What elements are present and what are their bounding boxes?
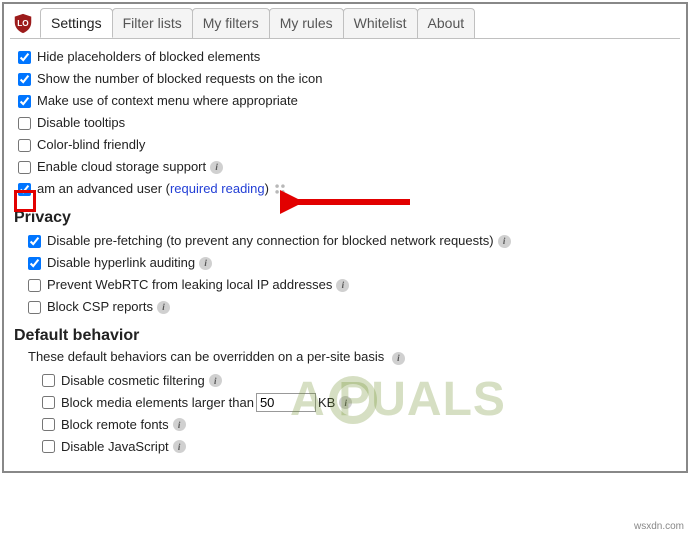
opt-disable-tooltips: Disable tooltips [18,113,676,133]
ublock-shield-icon: LO [12,12,34,34]
checkbox-context-menu[interactable] [18,95,31,108]
checkbox-hyperlink-auditing[interactable] [28,257,41,270]
opt-context-menu: Make use of context menu where appropria… [18,91,676,111]
info-icon[interactable]: i [498,235,511,248]
tab-filter-lists[interactable]: Filter lists [112,8,193,38]
checkbox-csp[interactable] [28,301,41,314]
tab-my-rules[interactable]: My rules [269,8,344,38]
gear-icon[interactable] [273,182,287,196]
opt-color-blind: Color-blind friendly [18,135,676,155]
tab-about[interactable]: About [417,8,476,38]
heading-default-behavior: Default behavior [14,327,676,345]
checkbox-disable-tooltips[interactable] [18,117,31,130]
checkbox-webrtc[interactable] [28,279,41,292]
checkbox-cloud-storage[interactable] [18,161,31,174]
checkbox-disable-js[interactable] [42,440,55,453]
tab-my-filters[interactable]: My filters [192,8,270,38]
label-csp: Block CSP reports [47,297,153,317]
subtext-default-behavior: These default behaviors can be overridde… [28,349,676,365]
info-icon[interactable]: i [209,374,222,387]
label-block-media-pre: Block media elements larger than [61,393,254,413]
info-icon[interactable]: i [392,352,405,365]
label-disable-tooltips: Disable tooltips [37,113,125,133]
info-icon[interactable]: i [173,440,186,453]
label-prefetching: Disable pre-fetching (to prevent any con… [47,231,494,251]
opt-cloud-storage: Enable cloud storage support i [18,157,676,177]
opt-prefetching: Disable pre-fetching (to prevent any con… [28,231,676,251]
opt-advanced-user: am an advanced user ( required reading ) [18,179,676,199]
info-icon[interactable]: i [199,257,212,270]
info-icon[interactable]: i [336,279,349,292]
svg-text:LO: LO [17,19,29,28]
opt-csp: Block CSP reports i [28,297,676,317]
label-context-menu: Make use of context menu where appropria… [37,91,298,111]
heading-privacy: Privacy [14,209,676,227]
opt-webrtc: Prevent WebRTC from leaking local IP add… [28,275,676,295]
label-disable-js: Disable JavaScript [61,437,169,457]
checkbox-prefetching[interactable] [28,235,41,248]
checkbox-advanced-user[interactable] [18,183,31,196]
label-advanced-user-suffix: ) [265,179,269,199]
opt-hyperlink-auditing: Disable hyperlink auditing i [28,253,676,273]
label-advanced-user-prefix: am an advanced user ( [37,179,170,199]
label-show-count: Show the number of blocked requests on t… [37,69,322,89]
info-icon[interactable]: i [157,301,170,314]
checkbox-remote-fonts[interactable] [42,418,55,431]
info-icon[interactable]: i [210,161,223,174]
checkbox-cosmetic-filtering[interactable] [42,374,55,387]
label-hyperlink-auditing: Disable hyperlink auditing [47,253,195,273]
checkbox-block-media[interactable] [42,396,55,409]
label-color-blind: Color-blind friendly [37,135,145,155]
label-cloud-storage: Enable cloud storage support [37,157,206,177]
label-remote-fonts: Block remote fonts [61,415,169,435]
tab-whitelist[interactable]: Whitelist [343,8,418,38]
watermark-ring-icon [327,374,379,426]
checkbox-hide-placeholders[interactable] [18,51,31,64]
opt-disable-js: Disable JavaScript i [42,437,676,457]
info-icon[interactable]: i [173,418,186,431]
label-webrtc: Prevent WebRTC from leaking local IP add… [47,275,332,295]
opt-hide-placeholders: Hide placeholders of blocked elements [18,47,676,67]
label-cosmetic-filtering: Disable cosmetic filtering [61,371,205,391]
tab-settings[interactable]: Settings [40,8,113,38]
opt-show-count: Show the number of blocked requests on t… [18,69,676,89]
checkbox-color-blind[interactable] [18,139,31,152]
link-required-reading[interactable]: required reading [170,179,265,199]
checkbox-show-count[interactable] [18,73,31,86]
footer-attribution: wsxdn.com [634,521,684,532]
tab-bar: LO Settings Filter lists My filters My r… [10,8,680,39]
input-media-size[interactable] [256,393,316,412]
label-hide-placeholders: Hide placeholders of blocked elements [37,47,260,67]
